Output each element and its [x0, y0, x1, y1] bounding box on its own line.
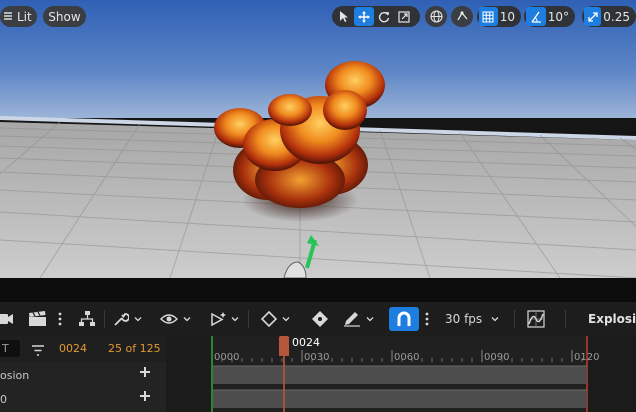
chevron-down-icon: [491, 317, 499, 322]
vertical-dots-icon: [425, 312, 429, 326]
camera-icon: [0, 314, 13, 324]
camera-button[interactable]: [0, 302, 14, 336]
chevron-down-icon: [134, 317, 142, 322]
ruler-label: 0060: [394, 352, 420, 363]
chevron-down-icon: [366, 317, 374, 322]
hierarchy-button[interactable]: [78, 302, 96, 336]
viewport-scene: [0, 0, 636, 278]
tools-dropdown[interactable]: [113, 302, 143, 336]
track-row[interactable]: 0: [0, 388, 166, 410]
rotation-snap-value[interactable]: 10°: [546, 10, 573, 24]
grid-snap-value[interactable]: 10: [498, 10, 519, 24]
scale-icon: [398, 10, 410, 23]
lit-label: Lit: [17, 9, 32, 24]
auto-key-button[interactable]: [311, 302, 329, 336]
playhead-line[interactable]: [283, 356, 285, 412]
rotation-snap-group: 10°: [524, 6, 575, 27]
play-sparkle-icon: [211, 312, 226, 327]
view-options-dropdown[interactable]: [160, 302, 192, 336]
ruler-label: 0120: [574, 352, 600, 363]
wrench-icon: [114, 313, 129, 326]
scale-tool-button[interactable]: [394, 7, 414, 26]
render-movie-button[interactable]: [28, 302, 48, 336]
chevron-down-icon: [183, 317, 191, 322]
surface-snapping-button[interactable]: [451, 6, 473, 27]
chevron-down-icon: [231, 317, 239, 322]
pencil-icon: [344, 312, 360, 327]
angle-icon: [531, 11, 541, 23]
key-tag-icon: [312, 311, 328, 327]
globe-icon: [429, 10, 443, 23]
timeline-area[interactable]: 0000 0030 0060 0090 0120 0024: [166, 336, 636, 412]
ruler-label: 0000: [214, 352, 240, 363]
curve-editor-button[interactable]: [527, 302, 545, 336]
plus-icon: [140, 367, 150, 377]
add-track-button[interactable]: [139, 366, 151, 381]
rotate-tool-button[interactable]: [374, 7, 394, 26]
snapping-toggle[interactable]: [389, 307, 419, 331]
scale-snap-toggle[interactable]: [584, 7, 602, 26]
timeline-ruler-graphics: [211, 336, 588, 412]
surface-snap-icon: [456, 11, 467, 21]
select-tool-button[interactable]: [334, 7, 354, 26]
track-row[interactable]: osion: [0, 364, 166, 386]
ruler-label: 0030: [304, 352, 330, 363]
playback-options-dropdown[interactable]: [208, 302, 240, 336]
track-label: 0: [0, 393, 7, 406]
filter-icon: [32, 345, 44, 356]
frame-rate-dropdown[interactable]: 30 fps: [445, 302, 500, 336]
clapperboard-icon: [29, 311, 46, 326]
lit-view-mode-button[interactable]: Lit: [0, 6, 37, 27]
coordinate-system-button[interactable]: [425, 6, 447, 27]
frame-rate-label: 30 fps: [445, 312, 483, 326]
playhead-frame-label: 0024: [292, 336, 320, 349]
current-frame-field[interactable]: 0024: [59, 342, 87, 355]
grid-snap-group: 10: [477, 6, 521, 27]
magnet-icon: [397, 311, 411, 326]
grid-snap-toggle[interactable]: [479, 7, 498, 26]
curve-editor-icon: [527, 310, 545, 328]
add-track-button[interactable]: [139, 390, 151, 405]
cursor-icon: [340, 10, 348, 22]
vertical-dots-icon: [58, 312, 62, 326]
filter-button[interactable]: [31, 342, 45, 361]
keyframe-diamond-icon: [261, 311, 277, 327]
show-label: Show: [48, 9, 81, 24]
eye-icon: [160, 314, 178, 324]
hierarchy-icon: [79, 311, 95, 326]
ruler-label: 0090: [484, 352, 510, 363]
key-interpolation-dropdown[interactable]: [261, 302, 291, 336]
track-list: osion 0: [0, 362, 166, 412]
scale-snap-icon: [587, 11, 598, 22]
edit-mode-dropdown[interactable]: [343, 302, 375, 336]
rotation-snap-toggle[interactable]: [526, 7, 546, 26]
translate-tool-button[interactable]: [354, 7, 374, 26]
playhead-handle[interactable]: [279, 336, 289, 356]
scale-snap-group: 0.25: [582, 6, 636, 27]
snapping-options-button[interactable]: [425, 302, 429, 336]
hamburger-icon: [3, 10, 13, 24]
chevron-down-icon: [282, 317, 290, 322]
more-options-button[interactable]: [58, 302, 62, 336]
track-search-input[interactable]: T: [0, 340, 20, 357]
show-button[interactable]: Show: [43, 6, 86, 27]
transform-tools: [332, 6, 420, 27]
move-icon: [358, 10, 370, 23]
frame-count-label: 25 of 125: [108, 342, 161, 355]
sequence-name: Explosion: [588, 312, 636, 326]
plus-icon: [140, 391, 150, 401]
rotate-icon: [378, 11, 390, 22]
level-viewport[interactable]: Lit Show 10 10° 0.25: [0, 0, 636, 278]
scale-snap-value[interactable]: 0.25: [601, 10, 634, 24]
track-label: osion: [0, 369, 30, 382]
track-filter-bar: T 0024 25 of 125: [0, 336, 166, 362]
sequencer-toolbar: 30 fps Explosion: [0, 302, 636, 336]
panel-divider: [0, 278, 636, 302]
grid-icon: [482, 11, 494, 22]
